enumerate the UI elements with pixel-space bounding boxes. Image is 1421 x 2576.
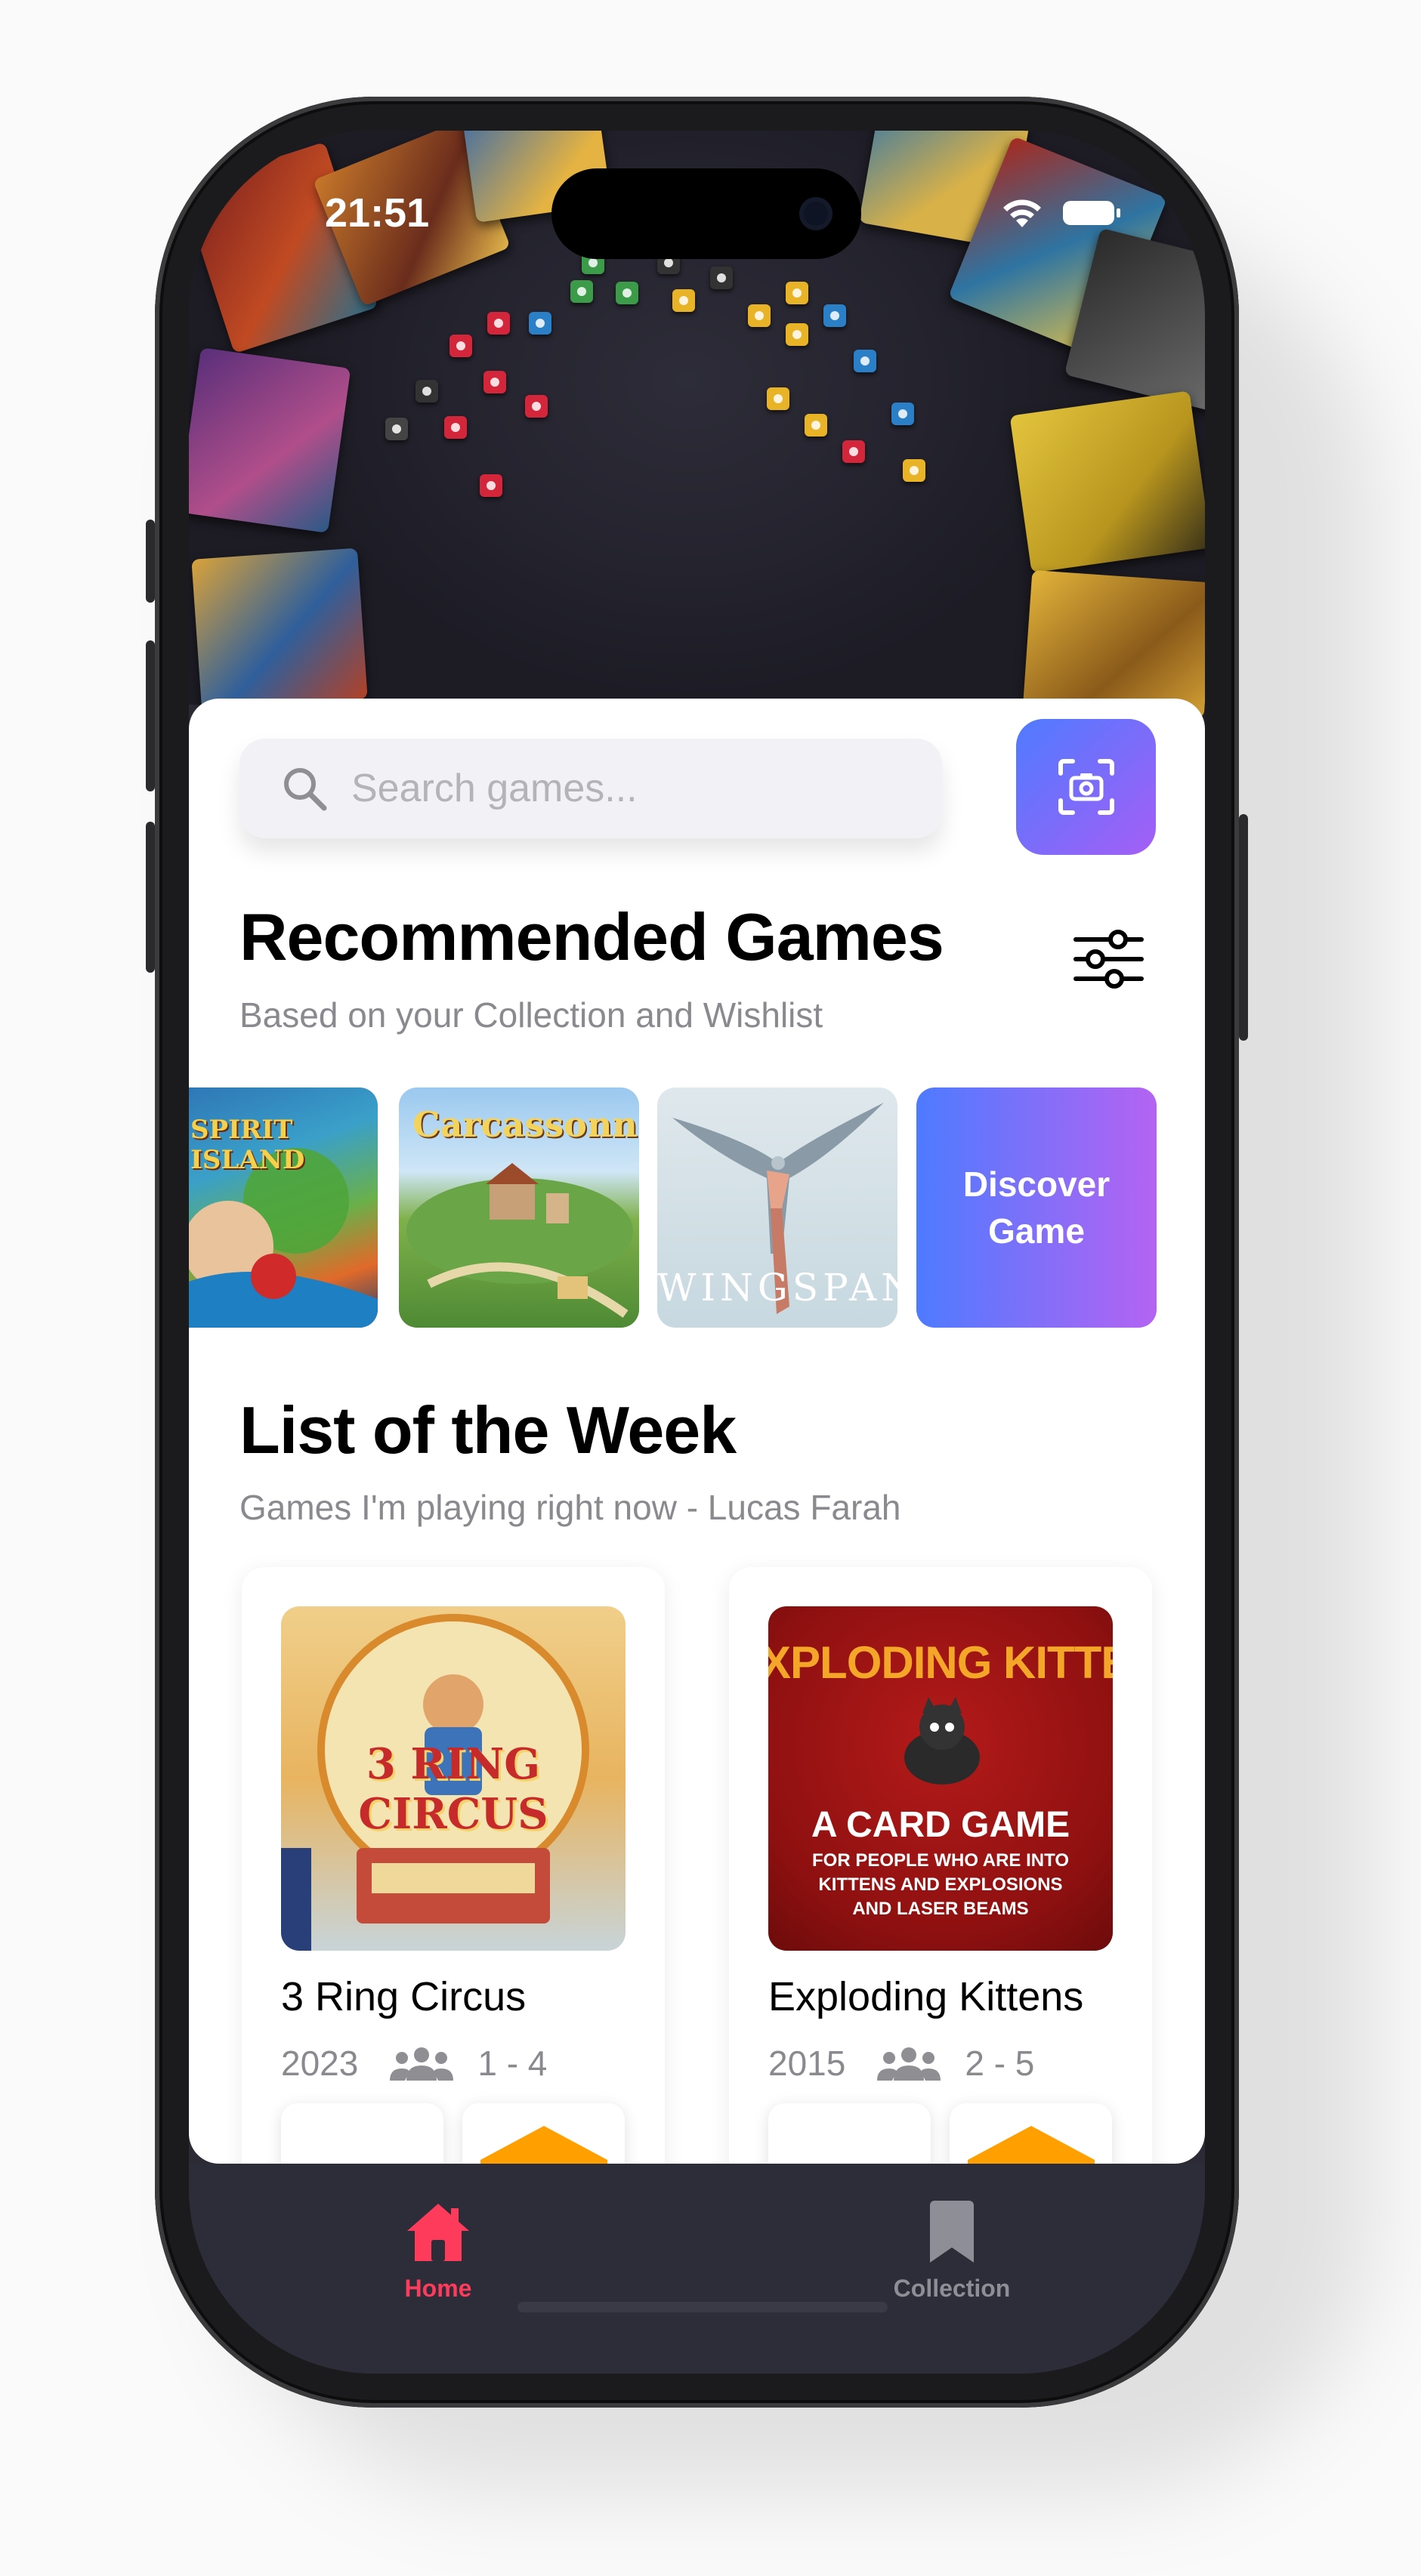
search-icon [284, 768, 327, 811]
die [823, 304, 846, 327]
die [672, 289, 695, 312]
game-box-art [191, 548, 368, 711]
tab-home[interactable]: Home [340, 2198, 536, 2303]
die [483, 371, 506, 393]
tab-label: Home [404, 2275, 472, 2302]
die [891, 403, 914, 425]
cover-title: Carcassonne [412, 1104, 639, 1145]
rating-hexagon [968, 2126, 1095, 2164]
tab-bar: Home Collection [189, 2164, 1205, 2374]
search-input[interactable] [350, 765, 897, 812]
filter-sliders-icon[interactable] [1073, 929, 1145, 989]
die [854, 350, 876, 372]
game-meta: 2015 2 - 5 [768, 2043, 1034, 2084]
cover-title: XPLODING KITTE [768, 1637, 1113, 1688]
tab-collection[interactable]: Collection [854, 2198, 1050, 2303]
die [525, 395, 548, 418]
die [748, 304, 771, 327]
week-subtitle: Games I'm playing right now - Lucas Fara… [239, 1488, 901, 1527]
bookmark-icon [930, 2201, 974, 2263]
dynamic-island [551, 168, 861, 259]
game-year: 2015 [768, 2044, 846, 2083]
stat-tile [768, 2103, 931, 2164]
game-cover-card[interactable]: SPIRIT ISLAND [189, 1087, 378, 1328]
player-count: 1 - 4 [477, 2044, 548, 2083]
recommended-subtitle: Based on your Collection and Wishlist [239, 995, 823, 1035]
cover-text-block: A CARD GAME FOR PEOPLE WHO ARE INTO KITT… [811, 1805, 1070, 1919]
cover-title: WINGSPAN [657, 1266, 897, 1310]
cat-illustration [904, 1697, 980, 1785]
player-count: 2 - 5 [965, 2044, 1035, 2083]
house-icon [407, 2204, 469, 2261]
camera-scan-icon [1058, 759, 1114, 815]
rating-tile [462, 2103, 625, 2164]
volume-down-button [146, 822, 155, 973]
die [415, 380, 438, 403]
game-box-art [1023, 569, 1205, 719]
home-indicator[interactable] [517, 2302, 888, 2312]
week-title: List of the Week [239, 1393, 737, 1467]
die [480, 474, 502, 497]
content-sheet: Recommended Games Based on your Collecti… [189, 699, 1205, 2164]
screen: 21:51 Search games... Recommended Games … [189, 131, 1205, 2374]
wifi-icon [1003, 199, 1041, 227]
rating-tile [950, 2103, 1112, 2164]
action-button [146, 520, 155, 603]
die [767, 387, 789, 410]
die [805, 414, 827, 437]
stat-tile [281, 2103, 443, 2164]
battery-icon [1063, 201, 1120, 225]
phone-frame: 21:51 Search games... Recommended Games … [146, 97, 1248, 2408]
power-button [1239, 814, 1248, 1041]
die [385, 418, 408, 440]
die [449, 335, 472, 357]
recommended-carousel[interactable]: SPIRIT ISLAND Carcassonne WINGSPAN Disco… [189, 1087, 1205, 1329]
front-camera [799, 197, 833, 230]
status-time: 21:51 [325, 190, 430, 236]
game-name: Exploding Kittens [768, 1974, 1084, 2019]
cover-title: 3 RING CIRCUS [358, 1739, 548, 1839]
game-cover: 3 RING CIRCUS [281, 1606, 626, 1951]
die [842, 440, 865, 463]
game-year: 2023 [281, 2044, 359, 2083]
search-bar[interactable] [239, 739, 942, 838]
list-item[interactable]: XPLODING KITTE A CARD GAME FOR PEOPLE WH… [729, 1567, 1152, 2164]
volume-up-button [146, 640, 155, 791]
scan-game-button[interactable] [1016, 719, 1156, 855]
die [903, 459, 925, 482]
discover-label: Discover Game [962, 1165, 1111, 1251]
game-cover-card[interactable]: Carcassonne [399, 1087, 639, 1328]
players-icon [390, 2047, 454, 2081]
die [786, 282, 808, 304]
cover-title: SPIRIT ISLAND [190, 1115, 305, 1175]
die [616, 282, 638, 304]
die [710, 267, 733, 289]
die [444, 416, 467, 439]
die [529, 312, 551, 335]
discover-game-button[interactable]: Discover Game [916, 1087, 1157, 1328]
recommended-title: Recommended Games [239, 899, 944, 974]
game-meta: 2023 1 - 4 [281, 2043, 547, 2084]
game-cover: XPLODING KITTE A CARD GAME FOR PEOPLE WH… [768, 1606, 1113, 1951]
list-item[interactable]: 3 RING CIRCUS 3 Ring Circus 2023 1 - 4 [242, 1567, 665, 2164]
die [570, 280, 593, 303]
tab-label: Collection [893, 2275, 1011, 2302]
game-cover-card[interactable]: WINGSPAN [657, 1087, 897, 1328]
game-name: 3 Ring Circus [281, 1974, 527, 2019]
die [487, 312, 510, 335]
rating-hexagon [480, 2126, 607, 2164]
status-icons [1001, 197, 1120, 229]
die [786, 323, 808, 346]
game-box-art [189, 347, 351, 533]
players-icon [877, 2047, 941, 2081]
game-box-art [1009, 390, 1205, 573]
